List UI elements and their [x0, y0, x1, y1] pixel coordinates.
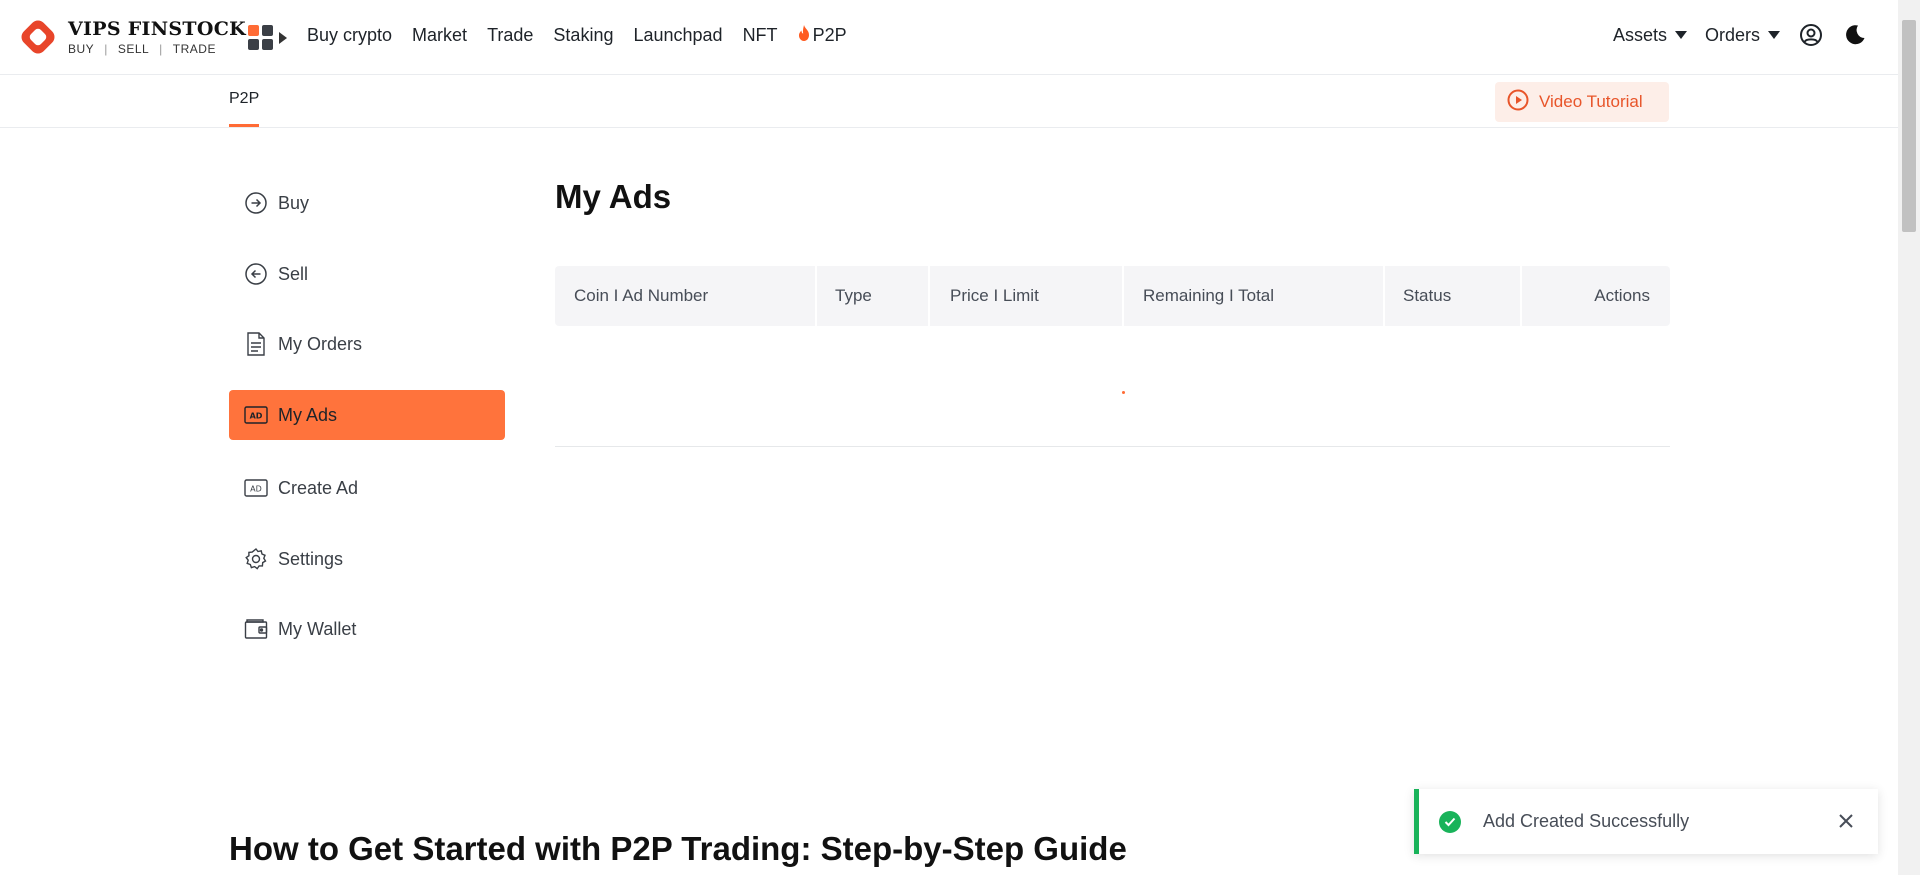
column-header-coin-ad-number: Coin I Ad Number	[574, 286, 709, 305]
grid-icon	[248, 25, 273, 50]
column-header-actions: Actions	[1594, 286, 1650, 305]
loading-indicator	[1122, 391, 1125, 394]
svg-text:AD: AD	[250, 412, 263, 421]
nav-right: Assets Orders	[1613, 22, 1868, 48]
sidebar-item-label: Create Ad	[278, 477, 359, 498]
main-nav: Buy crypto Market Trade Staking Launchpa…	[307, 25, 847, 46]
page-title: My Ads	[555, 178, 672, 215]
sub-navbar: P2P Video Tutorial	[0, 75, 1898, 128]
guide-heading: How to Get Started with P2P Trading: Ste…	[229, 830, 1127, 867]
sidebar-item-label: Buy	[278, 192, 310, 213]
orders-label: Orders	[1704, 24, 1760, 45]
active-tab-indicator	[229, 124, 259, 127]
success-toast: Add Created Successfully	[1414, 789, 1878, 854]
sidebar-item-label: Sell	[278, 263, 309, 284]
wallet-icon	[244, 617, 268, 641]
sidebar-item-my-ads[interactable]: AD My Ads	[229, 390, 505, 440]
caret-right-icon	[279, 31, 287, 44]
toast-message: Add Created Successfully	[1483, 811, 1690, 831]
tab-p2p[interactable]: P2P	[229, 90, 259, 108]
nav-launchpad[interactable]: Launchpad	[633, 25, 722, 46]
sidebar-item-label: Settings	[278, 548, 344, 569]
user-circle-icon[interactable]	[1798, 22, 1824, 48]
sidebar-item-label: My Orders	[278, 333, 363, 354]
nav-buy-crypto[interactable]: Buy crypto	[307, 25, 392, 46]
video-tutorial-label: Video Tutorial	[1539, 92, 1643, 111]
arrow-left-circle-icon	[244, 262, 268, 286]
nav-p2p[interactable]: P2P	[798, 25, 847, 46]
play-circle-icon	[1507, 89, 1529, 116]
check-circle-icon	[1439, 810, 1461, 833]
assets-dropdown[interactable]: Assets	[1613, 25, 1687, 46]
close-icon[interactable]	[1834, 809, 1858, 833]
document-icon	[244, 332, 268, 356]
column-header-status: Status	[1403, 286, 1452, 305]
page-scrollbar[interactable]	[1898, 0, 1920, 875]
sidebar-item-label: My Ads	[278, 404, 338, 425]
sidebar-item-create-ad[interactable]: AD Create Ad	[229, 463, 505, 513]
sidebar-item-buy[interactable]: Buy	[229, 178, 505, 228]
assets-label: Assets	[1612, 24, 1667, 45]
scrollbar-thumb[interactable]	[1902, 20, 1916, 232]
nav-staking[interactable]: Staking	[553, 25, 613, 46]
arrow-right-circle-icon	[244, 191, 268, 215]
sidebar-item-sell[interactable]: Sell	[229, 249, 505, 299]
logo-mark-icon	[18, 17, 58, 57]
nav-market[interactable]: Market	[412, 25, 467, 46]
tagline-buy: BUY	[68, 41, 95, 56]
ads-table-header: Coin I Ad Number Type Price I Limit Rema…	[555, 266, 1670, 326]
column-header-remaining-total: Remaining I Total	[1143, 286, 1275, 305]
ad-icon: AD	[244, 476, 268, 500]
flame-icon	[798, 25, 810, 46]
gear-icon	[244, 547, 268, 571]
column-header-type: Type	[835, 286, 872, 305]
moon-icon[interactable]	[1842, 22, 1868, 48]
top-navbar: VIPS FINSTOCK BUY | SELL | TRADE Buy cry…	[0, 0, 1898, 75]
brand-logo[interactable]: VIPS FINSTOCK BUY | SELL | TRADE	[18, 17, 246, 57]
nav-trade[interactable]: Trade	[487, 25, 533, 46]
tagline-sell: SELL	[117, 41, 150, 56]
sidebar-item-settings[interactable]: Settings	[229, 534, 505, 584]
sidebar-item-my-orders[interactable]: My Orders	[229, 319, 505, 369]
nav-p2p-label: P2P	[812, 25, 847, 45]
nav-nft[interactable]: NFT	[743, 25, 778, 46]
orders-dropdown[interactable]: Orders	[1705, 25, 1780, 46]
svg-text:AD: AD	[250, 485, 262, 494]
caret-down-icon	[1674, 31, 1687, 39]
ad-icon: AD	[244, 403, 268, 427]
sidebar-item-label: My Wallet	[278, 618, 357, 639]
column-header-price-limit: Price I Limit	[950, 286, 1039, 305]
brand-name: VIPS FINSTOCK	[68, 17, 246, 40]
apps-menu-button[interactable]	[248, 25, 287, 50]
caret-down-icon	[1768, 31, 1780, 39]
sidebar-item-my-wallet[interactable]: My Wallet	[229, 604, 505, 654]
video-tutorial-button[interactable]: Video Tutorial	[1495, 82, 1669, 122]
tagline-trade: TRADE	[172, 41, 216, 56]
table-divider	[555, 446, 1670, 447]
brand-tagline: BUY | SELL | TRADE	[68, 41, 216, 56]
